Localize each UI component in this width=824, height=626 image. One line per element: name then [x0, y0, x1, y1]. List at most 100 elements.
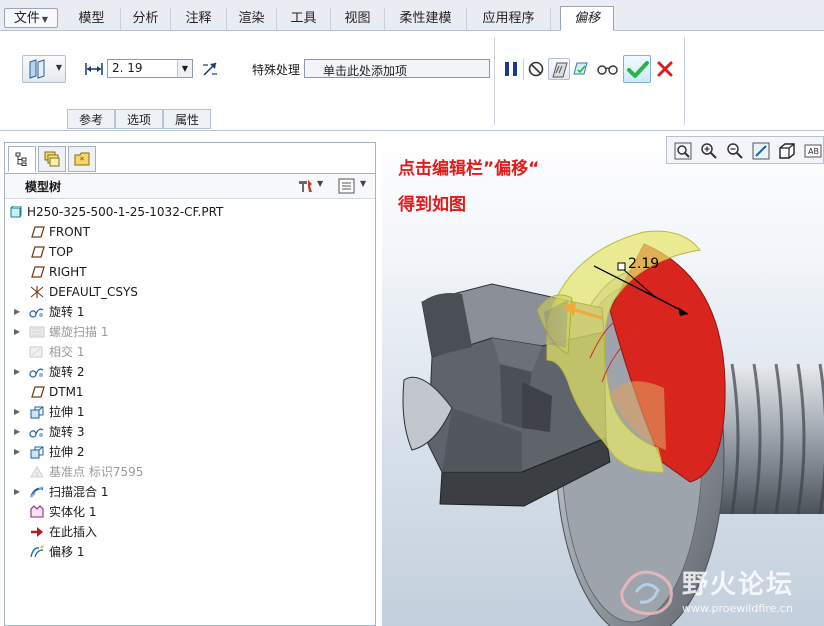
tab-options[interactable]: 选项 — [115, 109, 163, 129]
svg-text:x: x — [35, 470, 39, 478]
tree-item-label: RIGHT — [49, 265, 87, 279]
tab-view[interactable]: 视图 — [331, 8, 385, 30]
distance-value: 2. 19 — [112, 61, 143, 75]
watermark-logo — [620, 570, 673, 616]
offset-surface-icon — [29, 59, 45, 79]
layers-tab[interactable] — [38, 146, 66, 172]
tab-offset[interactable]: 偏移 — [560, 6, 614, 31]
flip-direction-icon[interactable] — [200, 59, 220, 79]
chevron-down-icon[interactable]: ▼ — [177, 60, 192, 77]
tree-item[interactable]: ▶ 旋转 1 — [5, 302, 375, 322]
tree-item[interactable]: ▶ 扫描混合 1 — [5, 482, 375, 502]
special-handling-label: 特殊处理 — [252, 63, 301, 77]
insert-here-icon — [31, 527, 43, 537]
tree-icon — [15, 152, 27, 166]
tree-item-label: DEFAULT_CSYS — [49, 285, 138, 299]
preview-geometry-toggle[interactable] — [548, 58, 570, 80]
layers-icon — [44, 151, 60, 167]
tree-item-label: 旋转 2 — [49, 365, 85, 379]
checkmark-icon — [627, 61, 649, 78]
favorites-tab[interactable]: * — [68, 146, 96, 172]
model-tree-header: 模型树 ▼ ▼ — [5, 173, 375, 199]
chevron-down-icon[interactable]: ▼ — [360, 179, 366, 188]
tree-item[interactable]: 相交 1 — [5, 342, 375, 362]
tree-item-label: 拉伸 1 — [49, 405, 85, 419]
part-icon — [10, 206, 22, 218]
tab-tools[interactable]: 工具 — [277, 8, 331, 30]
menu-bar: 文件 ▼ 模型 分析 注释 渲染 工具 视图 柔性建模 应用程序 偏移 — [0, 0, 824, 31]
tree-item-label: 在此插入 — [49, 525, 98, 539]
tree-item[interactable]: DEFAULT_CSYS — [5, 282, 375, 302]
expand-arrow-icon[interactable]: ▶ — [14, 362, 20, 382]
tree-item[interactable]: FRONT — [5, 222, 375, 242]
expand-arrow-icon[interactable]: ▶ — [14, 482, 20, 502]
tab-references[interactable]: 参考 — [67, 109, 115, 129]
tree-item[interactable]: ▶ 拉伸 1 — [5, 402, 375, 422]
divider — [684, 37, 685, 125]
distance-icon — [85, 63, 103, 75]
drag-handle[interactable] — [617, 262, 626, 271]
dimension-value[interactable]: 2.19 — [628, 256, 659, 272]
model-3d-view — [402, 230, 824, 626]
tab-render[interactable]: 渲染 — [227, 8, 277, 30]
tree-item[interactable]: RIGHT — [5, 262, 375, 282]
show-settings-icon[interactable] — [338, 178, 356, 194]
divider — [523, 58, 524, 80]
navigator-panel: * 模型树 ▼ ▼ H250-325-500-1-25-1032-CF.PRT … — [4, 142, 376, 626]
verify-mode-icon[interactable] — [572, 60, 592, 78]
pause-icon[interactable] — [502, 60, 520, 78]
tree-item-label: 偏移 1 — [49, 545, 85, 559]
tab-annotate[interactable]: 注释 — [171, 8, 227, 30]
model-tree-tab[interactable] — [8, 146, 36, 172]
watermark-title: 野火论坛 — [682, 570, 795, 600]
watermark-url: www.proewildfire.cn — [682, 602, 793, 615]
expand-arrow-icon[interactable]: ▶ — [14, 322, 20, 342]
plane-icon — [31, 226, 45, 238]
tab-applications[interactable]: 应用程序 — [467, 8, 551, 30]
folder-star-icon: * — [74, 152, 90, 166]
glasses-icon[interactable] — [597, 63, 619, 77]
no-preview-icon[interactable] — [527, 60, 545, 78]
datum-point-icon: x — [30, 466, 44, 478]
tab-flexible-modeling[interactable]: 柔性建模 — [385, 8, 467, 30]
extrude-icon — [30, 446, 44, 459]
tab-analysis[interactable]: 分析 — [121, 8, 171, 30]
tree-item[interactable]: ▶ 旋转 2 — [5, 362, 375, 382]
graphics-window[interactable]: AB 点击编辑栏”偏移“ 得到如图 2.19 野火论坛 www.proewild… — [382, 132, 824, 626]
divider — [494, 37, 495, 125]
tab-properties[interactable]: 属性 — [163, 109, 211, 129]
expand-arrow-icon[interactable]: ▶ — [14, 422, 20, 442]
tree-item[interactable]: ▶ 螺旋扫描 1 — [5, 322, 375, 342]
plane-icon — [31, 266, 45, 278]
tools-icon[interactable] — [297, 178, 315, 194]
expand-arrow-icon[interactable]: ▶ — [14, 442, 20, 462]
tree-item[interactable]: * 偏移 1 — [5, 542, 375, 562]
tree-item[interactable]: x 基准点 标识7595 — [5, 462, 375, 482]
tree-item-label: 相交 1 — [49, 345, 85, 359]
plane-icon — [31, 386, 45, 398]
file-menu[interactable]: 文件 ▼ — [4, 8, 58, 28]
cancel-button[interactable] — [656, 60, 674, 78]
chevron-down-icon[interactable]: ▼ — [317, 179, 323, 188]
swept-blend-icon — [30, 486, 44, 498]
tree-item[interactable]: DTM1 — [5, 382, 375, 402]
tree-root[interactable]: H250-325-500-1-25-1032-CF.PRT — [5, 202, 375, 222]
special-handling-collector[interactable]: 单击此处添加项 — [304, 59, 490, 78]
tree-root-label: H250-325-500-1-25-1032-CF.PRT — [27, 205, 224, 219]
offset-type-selector[interactable]: ▼ — [22, 55, 66, 83]
tree-item[interactable]: 实体化 1 — [5, 502, 375, 522]
tree-item[interactable]: TOP — [5, 242, 375, 262]
chevron-down-icon: ▼ — [41, 15, 49, 24]
plane-icon — [31, 246, 45, 258]
tree-item[interactable]: 在此插入 — [5, 522, 375, 542]
expand-arrow-icon[interactable]: ▶ — [14, 302, 20, 322]
offset-icon: * — [30, 545, 44, 558]
tree-item-label: 基准点 标识7595 — [49, 465, 144, 479]
expand-arrow-icon[interactable]: ▶ — [14, 402, 20, 422]
distance-input[interactable]: 2. 19 ▼ — [107, 59, 193, 78]
accept-button[interactable] — [623, 55, 651, 83]
tree-item[interactable]: ▶ 旋转 3 — [5, 422, 375, 442]
tree-item[interactable]: ▶ 拉伸 2 — [5, 442, 375, 462]
offset-ribbon: ▼ 2. 19 ▼ 特殊处理 单击此处添加项 参考 选项 属性 — [0, 31, 824, 131]
tab-model[interactable]: 模型 — [63, 8, 121, 30]
